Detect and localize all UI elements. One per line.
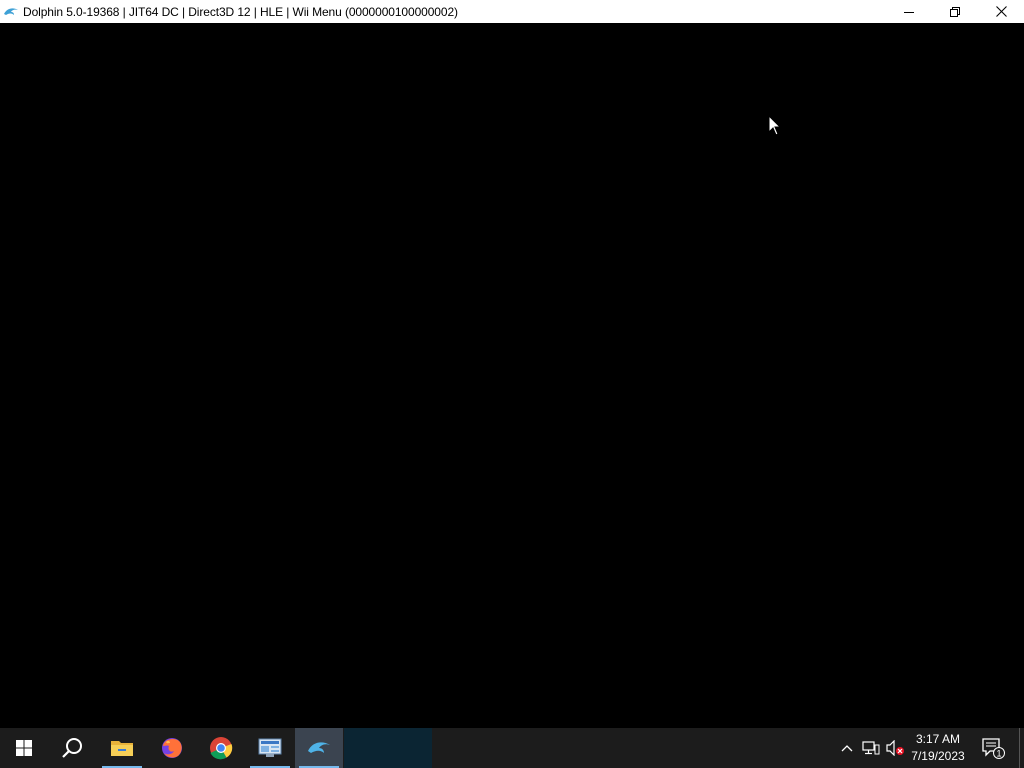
minimize-icon: [904, 11, 914, 13]
windows-logo-icon: [16, 740, 32, 756]
volume-muted-icon: [886, 740, 904, 756]
network-button[interactable]: [860, 728, 882, 768]
taskbar-control-panel[interactable]: [246, 728, 294, 768]
notification-icon: 1: [982, 738, 1005, 759]
close-icon: [995, 6, 1007, 17]
taskbar-chrome[interactable]: [197, 728, 245, 768]
mouse-cursor-icon: [768, 115, 782, 136]
show-desktop-button[interactable]: [1019, 728, 1024, 768]
close-button[interactable]: [978, 0, 1024, 23]
window-title: Dolphin 5.0-19368 | JIT64 DC | Direct3D …: [23, 4, 458, 19]
chrome-icon: [210, 737, 233, 760]
taskbar-firefox[interactable]: [148, 728, 196, 768]
search-button[interactable]: [48, 728, 96, 768]
taskbar: 3:17 AM 7/19/2023 1: [0, 728, 1024, 768]
control-panel-icon: [258, 738, 282, 757]
notification-count: 1: [996, 749, 1001, 759]
title-bar[interactable]: Dolphin 5.0-19368 | JIT64 DC | Direct3D …: [0, 0, 1024, 23]
minimize-button[interactable]: [886, 0, 932, 23]
firefox-icon: [162, 738, 182, 758]
clock-time: 3:17 AM: [915, 732, 961, 746]
taskbar-dolphin[interactable]: [295, 728, 343, 768]
action-center-button[interactable]: 1: [978, 728, 1008, 768]
taskbar-dolphin-group[interactable]: [344, 728, 432, 768]
taskbar-file-explorer[interactable]: [98, 728, 146, 768]
restore-button[interactable]: [932, 0, 978, 23]
volume-button[interactable]: [884, 728, 906, 768]
dolphin-icon: [308, 742, 330, 753]
game-render-area[interactable]: [0, 23, 1024, 728]
network-icon: [862, 741, 880, 755]
clock[interactable]: 3:17 AM 7/19/2023: [906, 728, 970, 768]
show-hidden-icons-button[interactable]: [837, 728, 857, 768]
dolphin-icon: [3, 4, 19, 20]
search-icon: [62, 738, 82, 758]
start-button[interactable]: [0, 728, 48, 768]
folder-icon: [111, 741, 133, 756]
restore-icon: [950, 6, 960, 17]
chevron-up-icon: [841, 745, 853, 752]
clock-date: 7/19/2023: [911, 749, 965, 763]
